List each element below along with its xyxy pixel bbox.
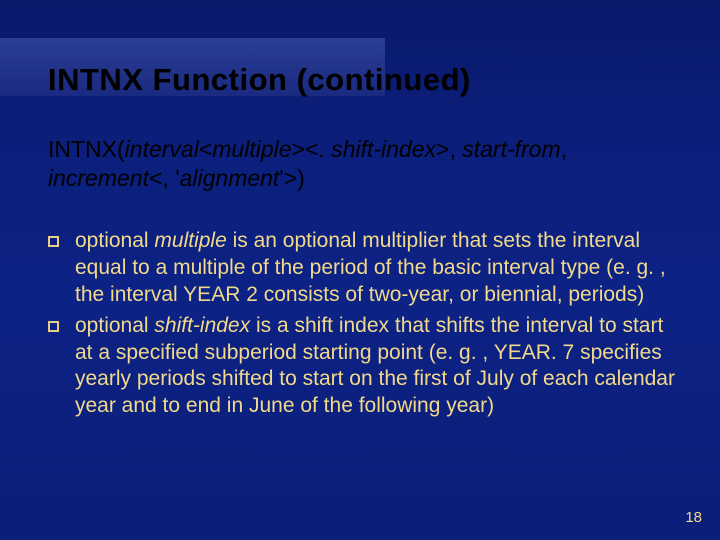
slide: INTNX Function (continued) INTNX(interva… — [0, 0, 720, 540]
square-bullet-icon — [48, 321, 59, 332]
syntax-multiple: multiple — [212, 136, 291, 162]
bullet-text: optional shift-index is a shift index th… — [75, 313, 686, 421]
syntax-shift: shift-index — [331, 136, 436, 162]
bullet-list: optional multiple is an optional multipl… — [48, 228, 686, 424]
list-item: optional shift-index is a shift index th… — [48, 313, 686, 421]
syntax-incr: increment — [48, 165, 149, 191]
syntax-fn: INTNX( — [48, 136, 125, 162]
bullet-pre: optional — [75, 314, 154, 337]
slide-title: INTNX Function (continued) — [48, 62, 471, 98]
syntax-tail: '>) — [279, 165, 304, 191]
syntax-interval: interval — [125, 136, 199, 162]
page-number: 18 — [685, 509, 702, 526]
syntax-line: INTNX(interval<multiple><. shift-index>,… — [48, 135, 690, 193]
syntax-lt2: <, ' — [149, 165, 180, 191]
list-item: optional multiple is an optional multipl… — [48, 228, 686, 309]
bullet-pre: optional — [75, 229, 154, 252]
syntax-comma2: , — [561, 136, 567, 162]
syntax-lt1: < — [199, 136, 212, 162]
syntax-align: alignment — [180, 165, 280, 191]
square-bullet-icon — [48, 236, 59, 247]
bullet-keyword: multiple — [154, 229, 226, 252]
bullet-keyword: shift-index — [154, 314, 250, 337]
syntax-gt2: >, — [436, 136, 462, 162]
syntax-start: start-from — [462, 136, 560, 162]
bullet-text: optional multiple is an optional multipl… — [75, 228, 686, 309]
syntax-gt1: ><. — [292, 136, 332, 162]
